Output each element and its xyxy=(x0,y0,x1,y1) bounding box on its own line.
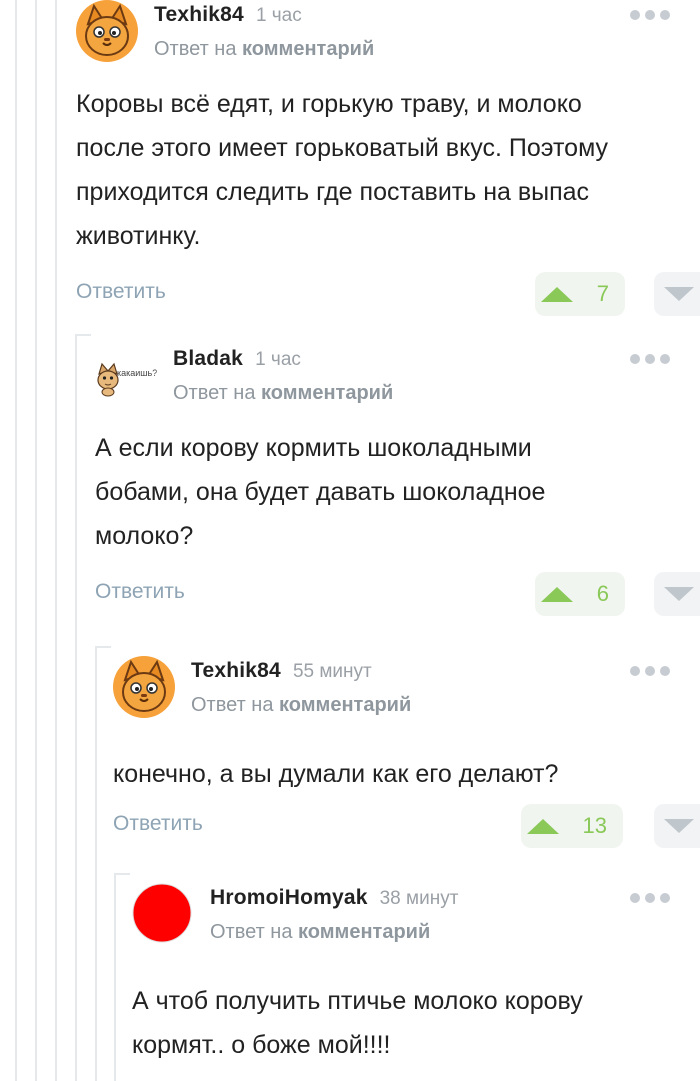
comment-actions: Ответить 7 xyxy=(76,272,700,318)
comment-text-line: А чтоб получить птичье молоко корову xyxy=(132,987,583,1015)
avatar[interactable] xyxy=(113,656,175,718)
comment-text-line: бобами, она будет давать шоколадное xyxy=(95,478,546,506)
reply-button[interactable]: Ответить xyxy=(113,812,203,836)
comment-text-line: после этого имеет горьковатый вкус. Поэт… xyxy=(76,134,609,162)
comment-header: HromoiHomyak 38 минут Ответ на комментар… xyxy=(132,883,700,955)
rating-count: 7 xyxy=(596,281,609,306)
comment-meta: Texhik84 1 час Ответ на комментарий xyxy=(154,3,374,61)
comment: Texhik84 55 минут Ответ на комментарий к… xyxy=(113,656,700,850)
comment-header: какаишь? Bladak 1 час Ответ на комментар… xyxy=(95,344,700,416)
comment-time[interactable]: 55 минут xyxy=(293,661,372,683)
comment-time[interactable]: 1 час xyxy=(255,349,301,371)
upvote-button[interactable]: 13 xyxy=(521,804,623,848)
upvote-icon xyxy=(526,818,559,834)
comment-text-line: Коровы всё едят, и горькую траву, и моло… xyxy=(76,90,582,118)
reply-to-prefix: Ответ на xyxy=(154,38,237,60)
comment-time[interactable]: 38 минут xyxy=(380,888,459,910)
avatar-caption: какаишь? xyxy=(117,368,157,378)
upvote-icon xyxy=(540,586,573,602)
downvote-icon xyxy=(664,287,694,301)
reply-to-link[interactable]: комментарий xyxy=(242,38,374,60)
comment-actions: Ответить 13 xyxy=(113,804,700,850)
more-options-icon[interactable] xyxy=(630,10,670,20)
comment-text-line: приходится следить где поставить на выпа… xyxy=(76,178,590,206)
reply-to-link[interactable]: комментарий xyxy=(298,921,430,943)
downvote-icon xyxy=(664,587,694,601)
reply-to-prefix: Ответ на xyxy=(191,694,274,716)
comment-meta: HromoiHomyak 38 минут Ответ на комментар… xyxy=(210,886,458,944)
avatar[interactable] xyxy=(132,883,192,943)
thread-branch xyxy=(75,334,91,336)
comment-text-line: молоко? xyxy=(95,522,194,550)
comment-meta: Bladak 1 час Ответ на комментарий xyxy=(173,347,393,405)
downvote-button[interactable] xyxy=(654,272,700,316)
thread-line xyxy=(15,0,17,1081)
more-options-icon[interactable] xyxy=(630,666,670,676)
downvote-button[interactable] xyxy=(654,804,700,848)
thread-line[interactable] xyxy=(114,873,116,1081)
rating-count: 6 xyxy=(596,581,609,606)
avatar[interactable] xyxy=(76,0,138,62)
comment: HromoiHomyak 38 минут Ответ на комментар… xyxy=(132,883,700,1067)
thread-line[interactable] xyxy=(95,646,97,1081)
thread-line xyxy=(35,0,37,1081)
comment-actions: Ответить 6 xyxy=(95,572,700,618)
comment-text-line: А если корову кормить шоколадными xyxy=(95,434,532,462)
thread-line[interactable] xyxy=(75,334,77,1081)
red-circle-icon xyxy=(132,883,192,943)
more-options-icon[interactable] xyxy=(630,354,670,364)
more-options-icon[interactable] xyxy=(630,893,670,903)
rating-count: 13 xyxy=(582,813,607,838)
comment-text-line: конечно, а вы думали как его делают? xyxy=(113,760,559,788)
comment: какаишь? Bladak 1 час Ответ на комментар… xyxy=(95,344,700,618)
comment-thread: Texhik84 1 час Ответ на комментарий Коро… xyxy=(0,0,700,1081)
reply-to-line: Ответ на комментарий xyxy=(154,38,374,61)
reply-to-line: Ответ на комментарий xyxy=(191,694,411,717)
reply-to-line: Ответ на комментарий xyxy=(173,382,393,405)
reply-button[interactable]: Ответить xyxy=(76,280,166,304)
comment-text-line: животинку. xyxy=(76,222,201,250)
upvote-icon xyxy=(540,286,573,302)
comment-meta: Texhik84 55 минут Ответ на комментарий xyxy=(191,659,411,717)
comment-text: конечно, а вы думали как его делают? xyxy=(113,752,700,796)
comment-text: Коровы всё едят, и горькую траву, и моло… xyxy=(76,82,700,258)
upvote-button[interactable]: 6 xyxy=(535,572,625,616)
reply-to-link[interactable]: комментарий xyxy=(261,382,393,404)
thread-branch xyxy=(114,873,130,875)
reply-to-prefix: Ответ на xyxy=(173,382,256,404)
downvote-button[interactable] xyxy=(654,572,700,616)
comment-text-line: кормят.. о боже мой!!!! xyxy=(132,1031,391,1059)
orange-cat-icon xyxy=(76,0,138,62)
comment-text: А чтоб получить птичье молоко корову кор… xyxy=(132,979,700,1067)
author-name[interactable]: HromoiHomyak xyxy=(210,886,368,910)
author-name[interactable]: Texhik84 xyxy=(154,3,244,27)
upvote-button[interactable]: 7 xyxy=(535,272,625,316)
comment-time[interactable]: 1 час xyxy=(256,5,302,27)
reply-to-prefix: Ответ на xyxy=(210,921,293,943)
comment: Texhik84 1 час Ответ на комментарий Коро… xyxy=(76,0,700,318)
author-name[interactable]: Texhik84 xyxy=(191,659,281,683)
reply-to-line: Ответ на комментарий xyxy=(210,921,458,944)
comment-text: А если корову кормить шоколадными бобами… xyxy=(95,426,700,558)
downvote-icon xyxy=(664,819,694,833)
author-name[interactable]: Bladak xyxy=(173,347,243,371)
orange-cat-icon xyxy=(113,656,175,718)
thread-branch xyxy=(95,646,111,648)
comment-header: Texhik84 1 час Ответ на комментарий xyxy=(76,0,700,72)
thread-line xyxy=(55,0,57,1081)
comment-header: Texhik84 55 минут Ответ на комментарий xyxy=(113,656,700,728)
reply-button[interactable]: Ответить xyxy=(95,580,185,604)
reply-to-link[interactable]: комментарий xyxy=(279,694,411,716)
avatar[interactable]: какаишь? xyxy=(95,344,157,406)
